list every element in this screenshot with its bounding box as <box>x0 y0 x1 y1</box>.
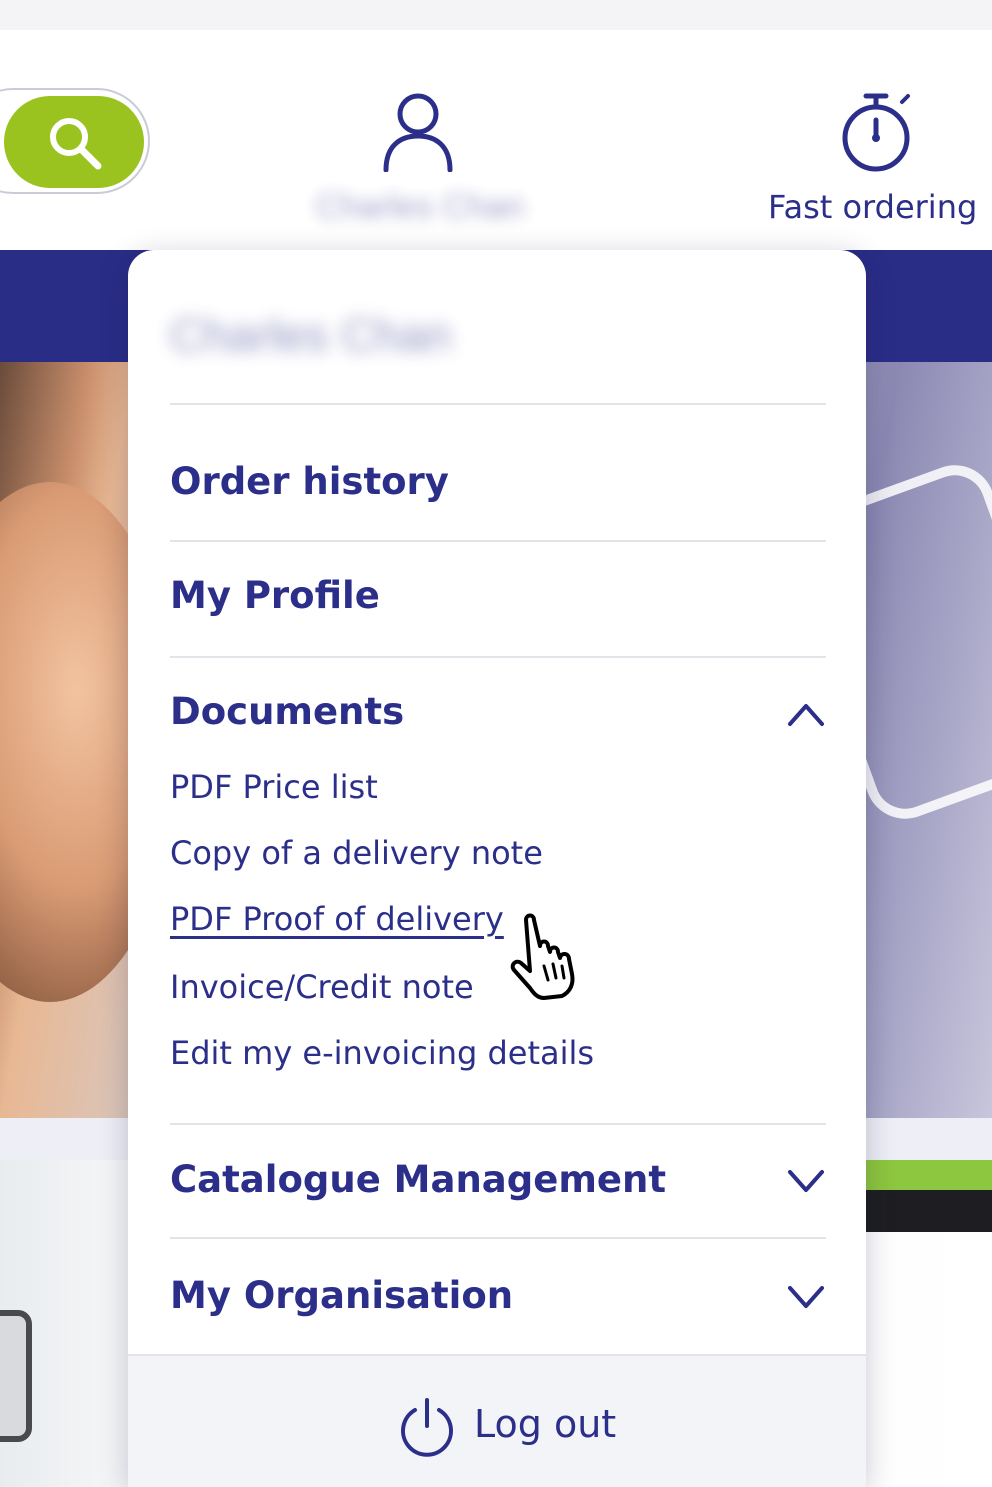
menu-item-label: Documents <box>170 690 405 733</box>
divider <box>170 656 826 658</box>
divider <box>170 403 826 405</box>
chevron-up-icon <box>788 704 824 726</box>
link-pdf-proof-of-delivery[interactable]: PDF Proof of delivery <box>170 900 504 938</box>
link-copy-delivery-note[interactable]: Copy of a delivery note <box>170 834 543 872</box>
stopwatch-icon <box>842 93 910 172</box>
chevron-down-icon <box>788 1286 824 1308</box>
chevron-down-icon <box>788 1170 824 1192</box>
logout-bar: Log out <box>128 1354 866 1487</box>
menu-item-label: Order history <box>170 460 449 503</box>
dropdown-user-name: Charles Chan <box>170 309 452 361</box>
promo-dark-bar <box>860 1190 992 1232</box>
account-dropdown-menu: Charles Chan Order history My Profile Do… <box>128 250 866 1487</box>
logout-label: Log out <box>474 1402 617 1446</box>
divider <box>170 1123 826 1125</box>
account-button[interactable]: Charles Chan <box>300 90 540 240</box>
account-name: Charles Chan <box>316 188 524 226</box>
link-pdf-price-list[interactable]: PDF Price list <box>170 768 378 806</box>
menu-item-my-profile[interactable]: My Profile <box>170 562 826 632</box>
menu-item-label: My Organisation <box>170 1274 514 1317</box>
link-invoice-credit-note[interactable]: Invoice/Credit note <box>170 968 474 1006</box>
divider <box>170 540 826 542</box>
promo-green-bar <box>860 1160 992 1190</box>
menu-item-my-organisation[interactable]: My Organisation <box>170 1262 826 1332</box>
browser-top-strip <box>0 0 992 30</box>
fast-ordering-button[interactable]: Fast ordering <box>760 90 992 240</box>
power-icon <box>401 1398 453 1457</box>
device-image <box>0 1310 32 1442</box>
search-icon <box>50 118 102 170</box>
divider <box>170 1237 826 1239</box>
menu-item-order-history[interactable]: Order history <box>170 448 826 518</box>
menu-item-label: Catalogue Management <box>170 1158 667 1201</box>
search-button[interactable] <box>4 96 144 188</box>
menu-item-documents[interactable]: Documents <box>170 678 826 748</box>
logout-button[interactable]: Log out <box>398 1392 638 1462</box>
fast-ordering-label: Fast ordering <box>768 188 978 226</box>
link-edit-e-invoicing[interactable]: Edit my e-invoicing details <box>170 1034 594 1072</box>
menu-item-label: My Profile <box>170 574 380 617</box>
menu-item-catalogue-management[interactable]: Catalogue Management <box>170 1146 826 1216</box>
user-icon <box>383 93 453 172</box>
